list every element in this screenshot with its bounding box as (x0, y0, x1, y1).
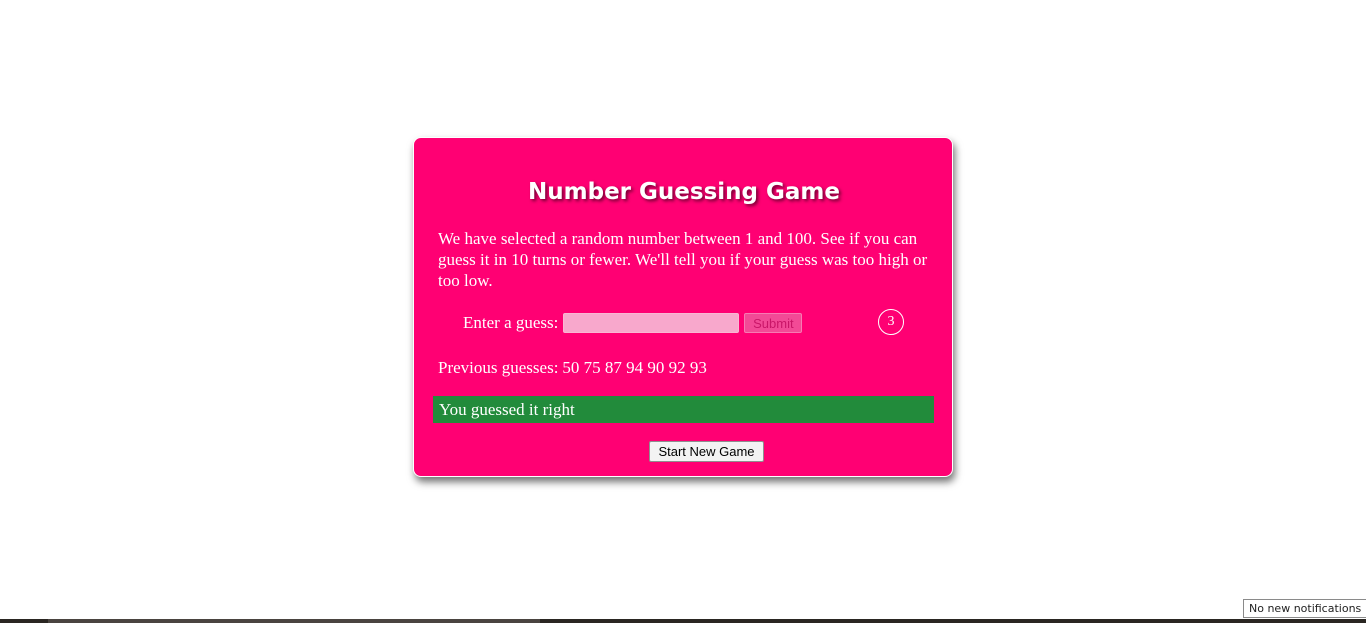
start-new-game-button[interactable]: Start New Game (649, 441, 764, 462)
notification-tooltip: No new notifications (1243, 599, 1366, 618)
previous-guesses-values: 50 75 87 94 90 92 93 (562, 358, 707, 377)
guess-form: Enter a guess: Submit (463, 311, 803, 335)
previous-guesses: Previous guesses: 50 75 87 94 90 92 93 (438, 358, 707, 378)
result-message: You guessed it right (433, 396, 934, 423)
page: Number Guessing Game We have selected a … (0, 0, 1366, 623)
taskbar (0, 619, 1366, 623)
turn-counter-badge: 3 (878, 309, 904, 335)
game-card: Number Guessing Game We have selected a … (413, 137, 953, 477)
taskbar-segment (48, 619, 540, 623)
guess-input[interactable] (563, 313, 740, 333)
submit-button[interactable]: Submit (744, 313, 803, 333)
game-instructions: We have selected a random number between… (438, 229, 928, 290)
previous-guesses-label: Previous guesses: (438, 358, 559, 377)
page-title: Number Guessing Game (528, 179, 840, 205)
guess-label: Enter a guess: (463, 313, 559, 332)
